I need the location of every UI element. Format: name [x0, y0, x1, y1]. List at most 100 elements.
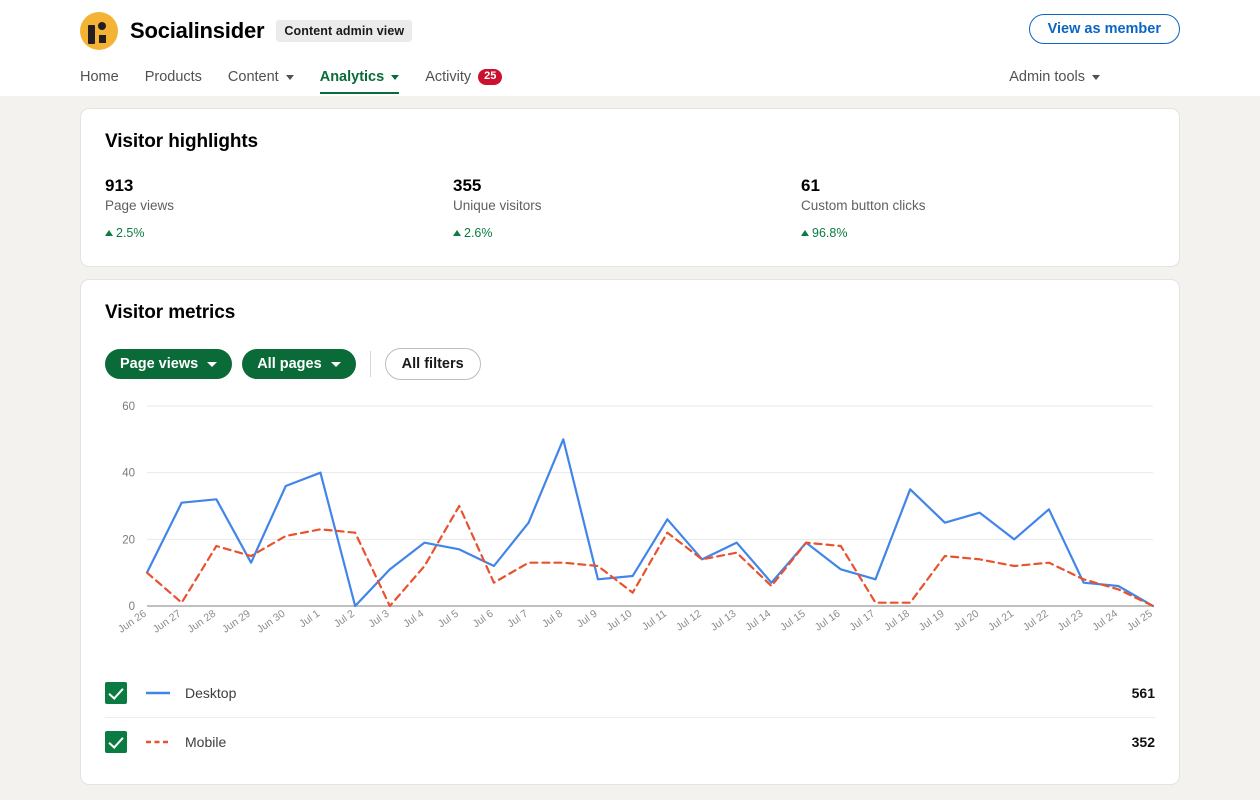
x-axis-tick-label: Jul 14	[743, 608, 773, 634]
top-navigation-bar: Socialinsider Content admin view View as…	[0, 0, 1260, 96]
legend-row-mobile: Mobile 352	[105, 717, 1155, 766]
visitor-highlights-card: Visitor highlights 913 Page views 2.5% 3…	[80, 108, 1180, 268]
x-axis-tick-label: Jun 27	[151, 608, 184, 636]
x-axis-tick-label: Jul 15	[778, 608, 808, 634]
x-axis-tick-label: Jul 1	[297, 608, 322, 631]
chart-legend: Desktop 561 Mobile 352	[81, 668, 1179, 784]
series-line-mobile	[145, 504, 1155, 608]
x-axis-tick-label: Jul 18	[882, 608, 912, 634]
x-axis-tick-label: Jul 11	[640, 608, 669, 634]
nav-label-activity: Activity	[425, 68, 472, 85]
scope-filter-label: All pages	[257, 356, 322, 373]
x-axis-tick-label: Jul 2	[332, 608, 357, 631]
x-axis-tick-label: Jul 25	[1125, 608, 1155, 634]
x-axis-tick-label: Jul 13	[709, 608, 739, 634]
x-axis-tick-label: Jul 5	[436, 608, 461, 631]
visitor-metrics-card: Visitor metrics Page views All pages All…	[80, 279, 1180, 786]
highlight-label: Unique visitors	[453, 198, 542, 214]
highlight-value: 355	[453, 176, 482, 195]
highlight-delta-value: 2.6%	[464, 226, 493, 241]
x-axis-tick-label: Jul 7	[505, 608, 530, 631]
x-axis-tick-label: Jul 9	[575, 608, 600, 631]
highlight-delta-value: 96.8%	[812, 226, 848, 241]
y-axis-tick-label: 0	[129, 601, 135, 613]
nav-tabs: Home Products Content Analytics Activity…	[80, 56, 1180, 94]
highlight-value: 913	[105, 176, 134, 195]
x-axis-tick-label: Jul 23	[1055, 608, 1085, 634]
brand-name[interactable]: Socialinsider	[130, 18, 265, 44]
logo-dot-shape	[98, 22, 106, 30]
x-axis-tick-label: Jun 30	[255, 608, 288, 636]
nav-item-content[interactable]: Content	[228, 69, 294, 94]
x-axis-tick-label: Jul 19	[917, 608, 947, 634]
logo-square-shape	[99, 35, 106, 43]
x-axis-tick-label: Jul 3	[366, 608, 391, 631]
x-axis-tick-label: Jul 16	[813, 608, 843, 634]
highlight-delta-value: 2.5%	[116, 226, 145, 241]
y-axis-tick-label: 40	[122, 468, 135, 480]
x-axis-tick-label: Jul 8	[540, 608, 565, 631]
visitor-metrics-chart: 0 20 40 60 Jun 26 Jun 27 Jun 28 Jun 29 Jun 30 Jul…	[81, 380, 1179, 668]
view-as-member-button[interactable]: View as member	[1028, 14, 1180, 44]
x-axis-tick-label: Jun 29	[220, 608, 253, 636]
y-axis-tick-label: 20	[122, 534, 135, 546]
y-axis-tick-label: 60	[122, 401, 135, 413]
socialinsider-logo-icon[interactable]	[80, 12, 118, 50]
trend-up-icon	[105, 230, 113, 237]
x-axis-tick-label: Jul 10	[605, 608, 635, 634]
line-chart-svg: 0204060Jun 26 Jun 27 Jun 28 Jun 29 Jun 30 Jul…	[116, 401, 1155, 636]
legend-label-desktop: Desktop	[185, 684, 237, 701]
all-filters-button[interactable]: All filters	[384, 348, 481, 381]
filter-divider	[369, 351, 371, 378]
nav-item-activity[interactable]: Activity 25	[425, 68, 503, 94]
scope-filter-button[interactable]: All pages	[242, 349, 356, 380]
brand-row: Socialinsider Content admin view	[80, 0, 1180, 56]
activity-count-badge: 25	[478, 68, 503, 85]
trend-up-icon	[801, 230, 809, 237]
mobile-series-checkbox[interactable]	[105, 731, 127, 754]
nav-label-home: Home	[80, 69, 119, 85]
metric-filter-label: Page views	[120, 356, 199, 373]
legend-row-desktop: Desktop 561	[105, 668, 1155, 717]
highlight-label: Page views	[105, 198, 175, 214]
x-axis-tick-label: Jul 6	[471, 608, 496, 631]
series-line-desktop	[145, 438, 1155, 608]
desktop-line-swatch	[145, 688, 171, 698]
legend-total-mobile: 352	[1131, 734, 1155, 751]
x-axis-tick-label: Jul 24	[1090, 608, 1120, 634]
legend-label-mobile: Mobile	[185, 734, 227, 751]
admin-view-badge: Content admin view	[276, 20, 413, 42]
trend-up-icon	[453, 230, 461, 237]
x-axis-tick-label: Jul 20	[951, 608, 981, 634]
highlights-row: 913 Page views 2.5% 355 Unique visitors …	[81, 153, 1179, 266]
x-axis-tick-label: Jun 28	[185, 608, 218, 636]
x-axis-tick-label: Jul 21	[986, 608, 1016, 634]
legend-total-desktop: 561	[1131, 684, 1155, 701]
chevron-down-icon	[285, 74, 294, 80]
highlight-value: 61	[801, 176, 820, 195]
chevron-down-icon	[207, 361, 218, 367]
chart-filters: Page views All pages All filters	[81, 324, 1179, 381]
x-axis-tick-label: Jul 12	[674, 608, 704, 634]
highlight-delta: 96.8%	[801, 226, 1149, 240]
highlight-delta: 2.6%	[453, 226, 801, 240]
chevron-down-icon	[330, 361, 341, 367]
highlight-unique-visitors: 355 Unique visitors 2.6%	[453, 175, 801, 240]
highlight-custom-button-clicks: 61 Custom button clicks 96.8%	[801, 175, 1149, 240]
nav-item-products[interactable]: Products	[145, 69, 202, 94]
x-axis-tick-label: Jul 17	[847, 608, 877, 634]
logo-bar-shape	[88, 25, 95, 44]
x-axis-tick-label: Jul 4	[401, 608, 426, 631]
nav-item-home[interactable]: Home	[80, 69, 119, 94]
chevron-down-icon	[391, 74, 400, 80]
nav-label-analytics: Analytics	[319, 69, 385, 85]
nav-item-analytics[interactable]: Analytics	[319, 69, 400, 94]
desktop-series-checkbox[interactable]	[105, 681, 127, 704]
visitor-metrics-title: Visitor metrics	[105, 302, 236, 324]
admin-tools-menu[interactable]: Admin tools	[1009, 69, 1100, 85]
metric-filter-button[interactable]: Page views	[105, 349, 233, 380]
visitor-highlights-title: Visitor highlights	[105, 131, 259, 152]
nav-label-content: Content	[227, 69, 279, 85]
nav-label-products: Products	[144, 69, 202, 85]
main-content: Visitor highlights 913 Page views 2.5% 3…	[0, 108, 1260, 786]
